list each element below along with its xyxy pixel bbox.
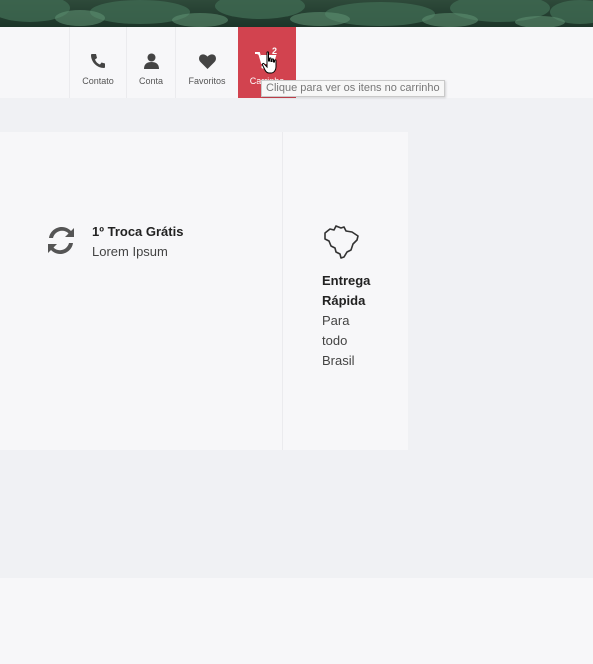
hand-cursor-icon <box>261 51 281 80</box>
feature-entrega-sub-line3: Brasil <box>322 353 355 368</box>
nav-favoritos-label: Favoritos <box>188 76 226 86</box>
heart-icon <box>198 53 216 69</box>
nav-conta-label: Conta <box>138 76 164 86</box>
brazil-map-icon <box>324 225 359 259</box>
feature-troca-title: 1º Troca Grátis <box>92 224 184 239</box>
user-icon <box>143 53 159 69</box>
nav-conta[interactable]: Conta <box>126 27 175 98</box>
feature-entrega-title-line1: Entrega <box>322 273 371 288</box>
panel-divider <box>282 132 283 450</box>
feature-entrega-title-line2: Rápida <box>322 293 366 308</box>
feature-troca-subtitle: Lorem Ipsum <box>92 244 168 259</box>
nav-contato-label: Contato <box>82 76 114 86</box>
footer-section <box>0 578 593 664</box>
top-banner-image <box>0 0 593 27</box>
feature-entrega-sub-line1: Para <box>322 313 350 328</box>
nav-favoritos[interactable]: Favoritos <box>175 27 238 98</box>
refresh-icon <box>48 227 74 254</box>
feature-entrega-title: Entrega Rápida <box>322 271 377 311</box>
feature-entrega-sub-line2: todo <box>322 333 348 348</box>
cart-tooltip: Clique para ver os itens no carrinho <box>261 80 445 97</box>
nav-contato[interactable]: Contato <box>69 27 126 98</box>
feature-entrega-rapida: Entrega Rápida Para todo Brasil <box>322 224 402 371</box>
feature-entrega-subtitle: Para todo Brasil <box>322 311 362 371</box>
feature-troca-gratis: 1º Troca Grátis Lorem Ipsum <box>45 223 183 264</box>
features-panel: 1º Troca Grátis Lorem Ipsum Entrega Rápi… <box>0 132 408 450</box>
phone-icon <box>90 53 106 69</box>
